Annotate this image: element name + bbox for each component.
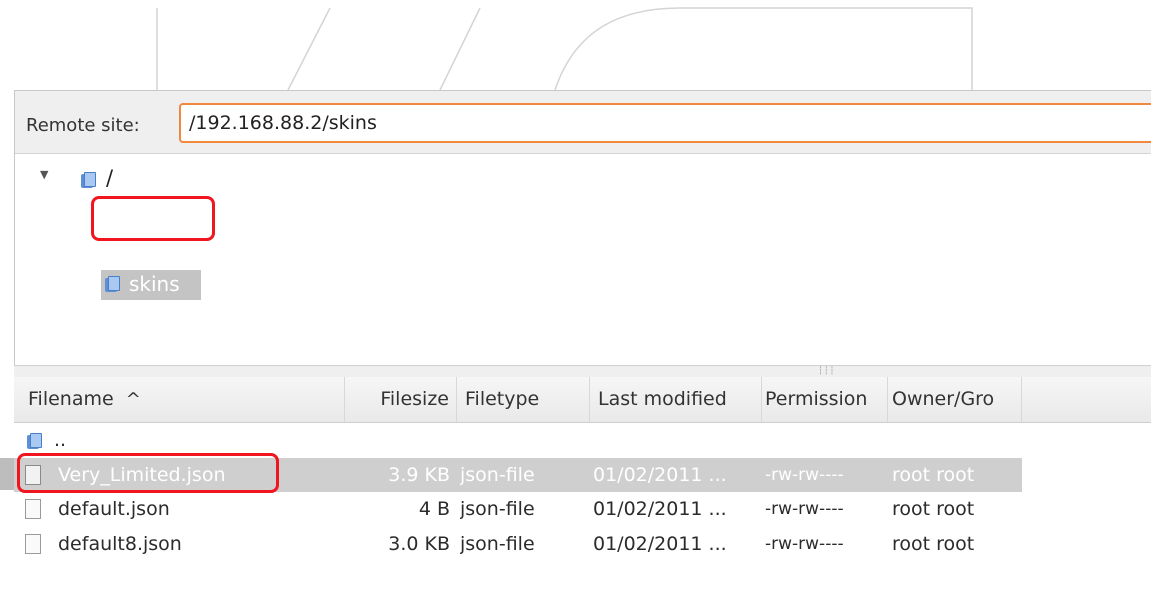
file-size: 4 B xyxy=(418,498,450,520)
column-label: Filename xyxy=(28,388,114,410)
annotation-highlight-box xyxy=(17,453,279,493)
file-size: 3.9 KB xyxy=(388,464,450,486)
annotation-highlight-box xyxy=(91,196,215,241)
tree-item-skins[interactable]: skins xyxy=(101,270,201,300)
file-owner: root root xyxy=(892,498,975,520)
folder-icon xyxy=(81,172,96,189)
column-header-filename[interactable]: Filename ^ xyxy=(14,377,345,422)
sort-ascending-icon: ^ xyxy=(125,389,141,410)
remote-site-path-input[interactable] xyxy=(179,103,1151,143)
splitter-grip-icon: ┆┆┆ xyxy=(818,366,836,375)
column-header-last-modified[interactable]: Last modified xyxy=(590,377,762,422)
file-permissions: -rw-rw---- xyxy=(765,499,844,519)
file-permissions: -rw-rw---- xyxy=(765,465,844,485)
file-modified: 01/02/2011 ... xyxy=(593,498,727,520)
file-owner: root root xyxy=(892,464,975,486)
file-size: 3.0 KB xyxy=(388,533,450,555)
file-owner: root root xyxy=(892,533,975,555)
column-header-filesize[interactable]: Filesize xyxy=(345,377,457,422)
table-row[interactable]: default8.json 3.0 KB json-file 01/02/201… xyxy=(14,527,1022,561)
left-edge-fragment xyxy=(0,458,14,490)
folder-icon xyxy=(27,433,42,450)
table-row[interactable]: default.json 4 B json-file 01/02/2011 ..… xyxy=(14,492,1022,526)
file-name: default.json xyxy=(58,498,170,520)
folder-icon xyxy=(105,276,120,293)
tree-root-label[interactable]: / xyxy=(106,166,113,190)
expander-triangle-icon[interactable]: ▼ xyxy=(40,168,48,181)
file-type: json-file xyxy=(460,498,535,520)
column-header-owner-group[interactable]: Owner/Gro xyxy=(888,377,1022,422)
remote-site-label: Remote site: xyxy=(26,115,140,136)
file-icon xyxy=(25,534,41,554)
remote-site-bar: Remote site: xyxy=(15,91,1151,154)
file-modified: 01/02/2011 ... xyxy=(593,464,727,486)
list-item-parent-directory[interactable]: .. xyxy=(14,423,1022,457)
column-header-permission[interactable]: Permission xyxy=(762,377,888,422)
file-list-header: Filename ^ Filesize Filetype Last modifie… xyxy=(14,377,1151,423)
file-name: .. xyxy=(54,429,67,451)
file-type: json-file xyxy=(460,464,535,486)
background-decoration xyxy=(0,0,1151,90)
file-icon xyxy=(25,499,41,519)
file-name: default8.json xyxy=(58,533,182,555)
remote-directory-tree: ▼ / skins xyxy=(15,154,1151,366)
file-permissions: -rw-rw---- xyxy=(765,534,844,554)
column-header-filetype[interactable]: Filetype xyxy=(457,377,590,422)
tree-item-label: skins xyxy=(129,272,180,296)
file-type: json-file xyxy=(460,533,535,555)
file-modified: 01/02/2011 ... xyxy=(593,533,727,555)
